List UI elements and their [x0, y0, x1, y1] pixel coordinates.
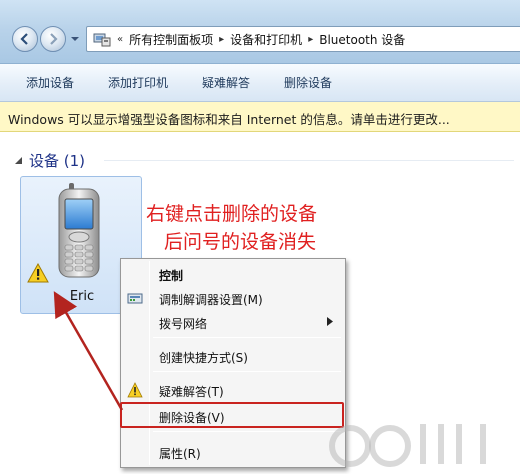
- menu-separator: [153, 371, 341, 372]
- menu-item-label: 控制: [159, 269, 184, 283]
- menu-item-label: 疑难解答(T): [159, 385, 224, 399]
- back-button[interactable]: [12, 26, 38, 52]
- warning-icon: [27, 263, 49, 283]
- menu-item-properties[interactable]: 属性(R): [121, 441, 345, 463]
- menu-separator: [153, 337, 341, 338]
- control-panel-icon: [93, 33, 111, 47]
- menu-item-create-shortcut[interactable]: 创建快捷方式(S): [121, 345, 345, 367]
- warning-icon: [127, 382, 143, 398]
- menu-item-label: 调制解调器设置(M): [159, 293, 263, 307]
- menu-item-label: 属性(R): [159, 447, 201, 461]
- breadcrumb-separator-icon[interactable]: ▸: [219, 34, 224, 45]
- group-title: 设备 (1): [29, 152, 86, 170]
- modem-settings-icon: [127, 293, 143, 304]
- command-bar: 添加设备 添加打印机 疑难解答 删除设备: [0, 64, 520, 102]
- instruction-annotation: 右键点击删除的设备 后问号的设备消失: [146, 200, 376, 256]
- menu-item-control[interactable]: 控制: [121, 263, 345, 285]
- remove-device-button[interactable]: 删除设备: [284, 74, 332, 91]
- context-menu: 控制 调制解调器设置(M) 拨号网络 创建快捷方式(S) 疑难解答(T) 删除设…: [120, 258, 346, 468]
- menu-item-label: 拨号网络: [159, 317, 208, 331]
- history-dropdown-icon[interactable]: [70, 34, 80, 44]
- annotation-line-1: 右键点击删除的设备: [146, 203, 318, 225]
- menu-separator: [153, 431, 341, 432]
- menu-item-label: 创建快捷方式(S): [159, 351, 248, 365]
- collapse-triangle-icon[interactable]: [14, 156, 23, 165]
- address-bar[interactable]: « 所有控制面板项 ▸ 设备和打印机 ▸ Bluetooth 设备: [86, 26, 520, 52]
- troubleshoot-button[interactable]: 疑难解答: [202, 74, 250, 91]
- breadcrumb-bluetooth[interactable]: Bluetooth 设备: [319, 31, 405, 48]
- back-arrow-icon: [20, 33, 28, 45]
- group-header[interactable]: 设备 (1): [14, 150, 85, 171]
- breadcrumb-separator-icon[interactable]: ▸: [308, 34, 313, 45]
- highlight-box: [120, 402, 344, 428]
- add-device-button[interactable]: 添加设备: [26, 74, 74, 91]
- breadcrumb-control-panel[interactable]: 所有控制面板项: [129, 31, 213, 48]
- add-printer-button[interactable]: 添加打印机: [108, 74, 168, 91]
- breadcrumb-devices-printers[interactable]: 设备和打印机: [230, 31, 302, 48]
- watermark-graphic: [329, 424, 486, 467]
- menu-item-troubleshoot[interactable]: 疑难解答(T): [121, 379, 345, 401]
- title-bar: « 所有控制面板项 ▸ 设备和打印机 ▸ Bluetooth 设备: [0, 0, 520, 64]
- menu-item-modem-settings[interactable]: 调制解调器设置(M): [121, 287, 345, 309]
- breadcrumb-overflow[interactable]: «: [117, 34, 123, 45]
- mobile-phone-icon: [58, 183, 100, 278]
- info-bar[interactable]: Windows 可以显示增强型设备图标和来自 Internet 的信息。请单击进…: [0, 102, 520, 132]
- menu-item-dialup-networking[interactable]: 拨号网络: [121, 311, 345, 333]
- forward-arrow-icon: [50, 33, 58, 45]
- submenu-arrow-icon: [327, 317, 333, 326]
- watermark-logo: [320, 404, 520, 474]
- annotation-line-2: 后问号的设备消失: [164, 231, 317, 253]
- group-divider: [104, 160, 514, 161]
- forward-button[interactable]: [40, 26, 66, 52]
